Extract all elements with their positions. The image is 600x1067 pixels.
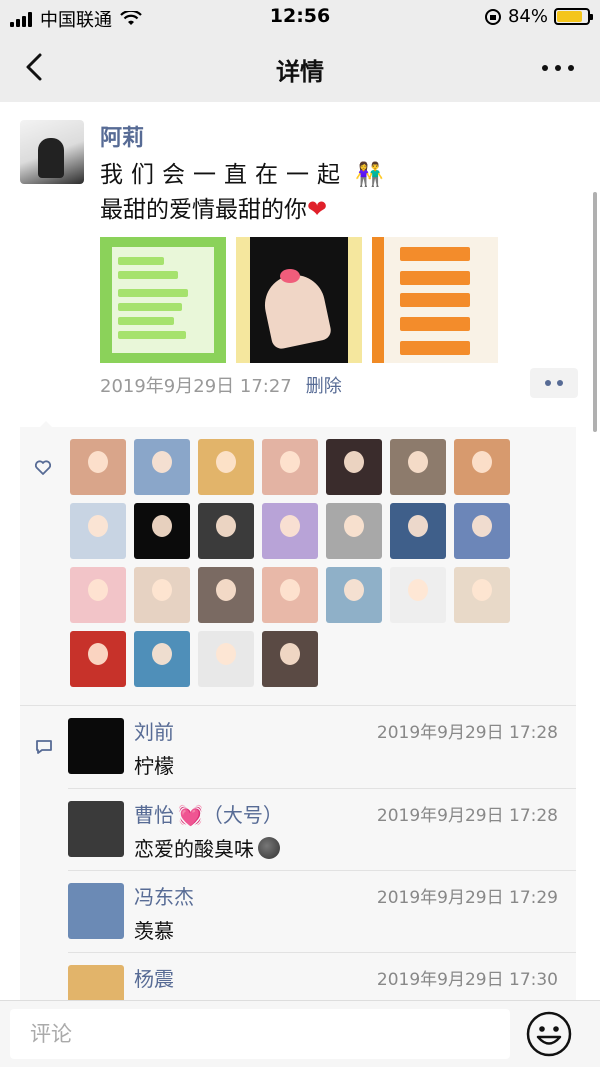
likes-section: [20, 427, 576, 705]
heart-emoji: ❤: [307, 195, 328, 223]
liker-avatar[interactable]: [134, 439, 190, 495]
status-right: 84%: [484, 6, 593, 27]
couple-emoji: 👫: [355, 162, 384, 188]
liker-avatar[interactable]: [454, 503, 510, 559]
post-photos: [100, 237, 498, 363]
liker-avatar[interactable]: [134, 567, 190, 623]
liker-avatar[interactable]: [198, 567, 254, 623]
dot-icon: [545, 380, 551, 386]
liker-avatar[interactable]: [454, 567, 510, 623]
liker-avatar[interactable]: [198, 439, 254, 495]
liker-avatar[interactable]: [326, 503, 382, 559]
moment-detail[interactable]: 阿莉 我们会一直在一起 👫 最甜的爱情最甜的你❤ 2019年9月29日 17:2…: [0, 102, 600, 1002]
dot-icon: [542, 65, 548, 71]
comment-row: 冯东杰 2019年9月29日 17:29 羡慕: [68, 870, 576, 952]
nav-bar: 详情: [0, 34, 600, 102]
comment-time: 2019年9月29日 17:28: [376, 806, 558, 826]
comment-icon: [36, 740, 52, 754]
comment-time: 2019年9月29日 17:30: [376, 970, 558, 990]
commenter-name-suffix: 💓（大号）: [178, 803, 283, 827]
post-text: 我们会一直在一起 👫 最甜的爱情最甜的你❤: [100, 158, 384, 227]
liker-avatar[interactable]: [70, 631, 126, 687]
post-timestamp: 2019年9月29日 17:27: [100, 376, 292, 397]
liker-avatar[interactable]: [198, 503, 254, 559]
liker-avatar[interactable]: [390, 439, 446, 495]
author-avatar[interactable]: [20, 120, 84, 184]
likes-comments-panel: 刘前 2019年9月29日 17:28 柠檬曹怡 💓（大号） 2019年9月29日 17…: [20, 421, 576, 1002]
scroll-indicator[interactable]: [593, 192, 597, 432]
photo-chat-screenshot-green[interactable]: [100, 237, 226, 363]
orientation-lock-icon: [484, 8, 501, 25]
like-avatar-grid: [70, 439, 510, 687]
commenter-name[interactable]: 曹怡 💓（大号）: [134, 799, 283, 828]
comment-row: 刘前 2019年9月29日 17:28 柠檬: [68, 706, 576, 788]
commenter-avatar[interactable]: [68, 718, 124, 774]
commenter-name[interactable]: 刘前: [134, 716, 174, 745]
delete-link[interactable]: 删除: [306, 376, 342, 397]
liker-avatar[interactable]: [262, 567, 318, 623]
photo-chat-screenshot-orange[interactable]: [372, 237, 498, 363]
battery-fill: [557, 11, 583, 22]
comments-section: 刘前 2019年9月29日 17:28 柠檬曹怡 💓（大号） 2019年9月29日 17…: [20, 705, 576, 1002]
liker-avatar[interactable]: [70, 439, 126, 495]
battery-percent: 84%: [507, 6, 548, 27]
liker-avatar[interactable]: [134, 631, 190, 687]
dot-icon: [555, 65, 561, 71]
commenter-name[interactable]: 杨震: [134, 963, 174, 992]
battery-icon: [554, 8, 593, 25]
more-options-button[interactable]: [538, 58, 578, 78]
liker-avatar[interactable]: [454, 439, 510, 495]
liker-avatar[interactable]: [70, 567, 126, 623]
like-comment-button[interactable]: [530, 368, 578, 398]
post-text-line-2: 最甜的爱情最甜的你: [100, 197, 307, 223]
like-heart-icon: [34, 460, 52, 475]
comment-text: 羡慕: [134, 919, 174, 943]
liker-avatar[interactable]: [390, 503, 446, 559]
page-title: 详情: [276, 58, 324, 86]
commenter-avatar[interactable]: [68, 883, 124, 939]
comment-text: 柠檬: [134, 754, 174, 778]
photo-holding-hands[interactable]: [236, 237, 362, 363]
post-meta: 2019年9月29日 17:27 删除: [100, 372, 342, 398]
comment-text: 恋爱的酸臭味: [134, 837, 254, 861]
comment-input[interactable]: [10, 1009, 510, 1059]
liker-avatar[interactable]: [262, 631, 318, 687]
status-bar: 中国联通 12:56 84%: [0, 0, 600, 34]
commenter-avatar[interactable]: [68, 965, 124, 1002]
liker-avatar[interactable]: [134, 503, 190, 559]
liker-avatar[interactable]: [326, 439, 382, 495]
dot-icon: [568, 65, 574, 71]
comment-input-bar: [0, 1000, 600, 1067]
liker-avatar[interactable]: [198, 631, 254, 687]
emoji-icon[interactable]: [525, 1010, 573, 1058]
liker-avatar[interactable]: [262, 503, 318, 559]
post-text-line-1: 我们会一直在一起: [100, 162, 348, 188]
liker-avatar[interactable]: [390, 567, 446, 623]
comment-row: 曹怡 💓（大号） 2019年9月29日 17:28 恋爱的酸臭味: [68, 788, 576, 870]
comment-time: 2019年9月29日 17:28: [376, 723, 558, 743]
dot-icon: [557, 380, 563, 386]
liker-avatar[interactable]: [70, 503, 126, 559]
comment-row: 杨震 2019年9月29日 17:30: [68, 952, 576, 1002]
commenter-name[interactable]: 冯东杰: [134, 881, 194, 910]
liker-avatar[interactable]: [326, 567, 382, 623]
liker-avatar[interactable]: [262, 439, 318, 495]
new-moon-emoji-icon: [258, 837, 280, 859]
post-author-name[interactable]: 阿莉: [100, 120, 144, 152]
comment-time: 2019年9月29日 17:29: [376, 888, 558, 908]
commenter-avatar[interactable]: [68, 801, 124, 857]
